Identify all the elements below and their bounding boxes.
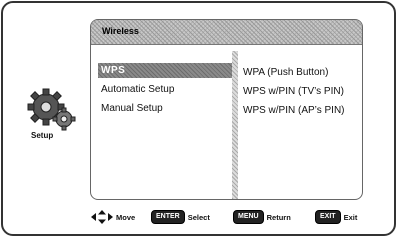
submenu-item-tv-pin[interactable]: WPS w/PIN (TV’s PIN) — [243, 84, 344, 99]
menu-key-badge: MENU — [233, 210, 264, 224]
exit-hint: EXIT Exit — [315, 210, 357, 224]
select-hint: ENTER Select — [151, 210, 210, 224]
submenu-item-ap-pin[interactable]: WPS w/PIN (AP’s PIN) — [243, 103, 345, 118]
menu-item-wps[interactable]: WPS — [98, 63, 233, 78]
gears-icon — [27, 88, 76, 131]
return-label: Return — [266, 212, 291, 222]
menu-item-label: WPS — [101, 65, 126, 76]
move-label: Move — [116, 212, 136, 222]
menu-item-manual-setup[interactable]: Manual Setup — [98, 101, 233, 116]
category-label: Setup — [31, 131, 54, 140]
directional-arrows-icon — [91, 210, 113, 224]
tv-screen-frame: Setup Wireless WPS Automatic Setup Manua… — [1, 1, 396, 236]
move-hint: Move — [91, 210, 135, 224]
enter-key-badge: ENTER — [151, 210, 185, 224]
column-divider — [232, 51, 238, 199]
return-hint: MENU Return — [233, 210, 291, 224]
exit-label: Exit — [343, 212, 358, 222]
select-label: Select — [187, 212, 210, 222]
wireless-panel: Wireless WPS Automatic Setup Manual Setu… — [90, 19, 363, 200]
key-guide-bar: Move ENTER Select MENU Return EXIT Exit — [3, 210, 398, 226]
submenu-item-push-button[interactable]: WPA (Push Button) — [243, 65, 328, 80]
menu-item-label: Automatic Setup — [101, 84, 175, 95]
panel-title: Wireless — [102, 26, 139, 36]
exit-key-badge: EXIT — [315, 210, 341, 224]
panel-header: Wireless — [91, 20, 362, 45]
menu-item-automatic-setup[interactable]: Automatic Setup — [98, 82, 233, 97]
menu-item-label: Manual Setup — [101, 103, 163, 114]
